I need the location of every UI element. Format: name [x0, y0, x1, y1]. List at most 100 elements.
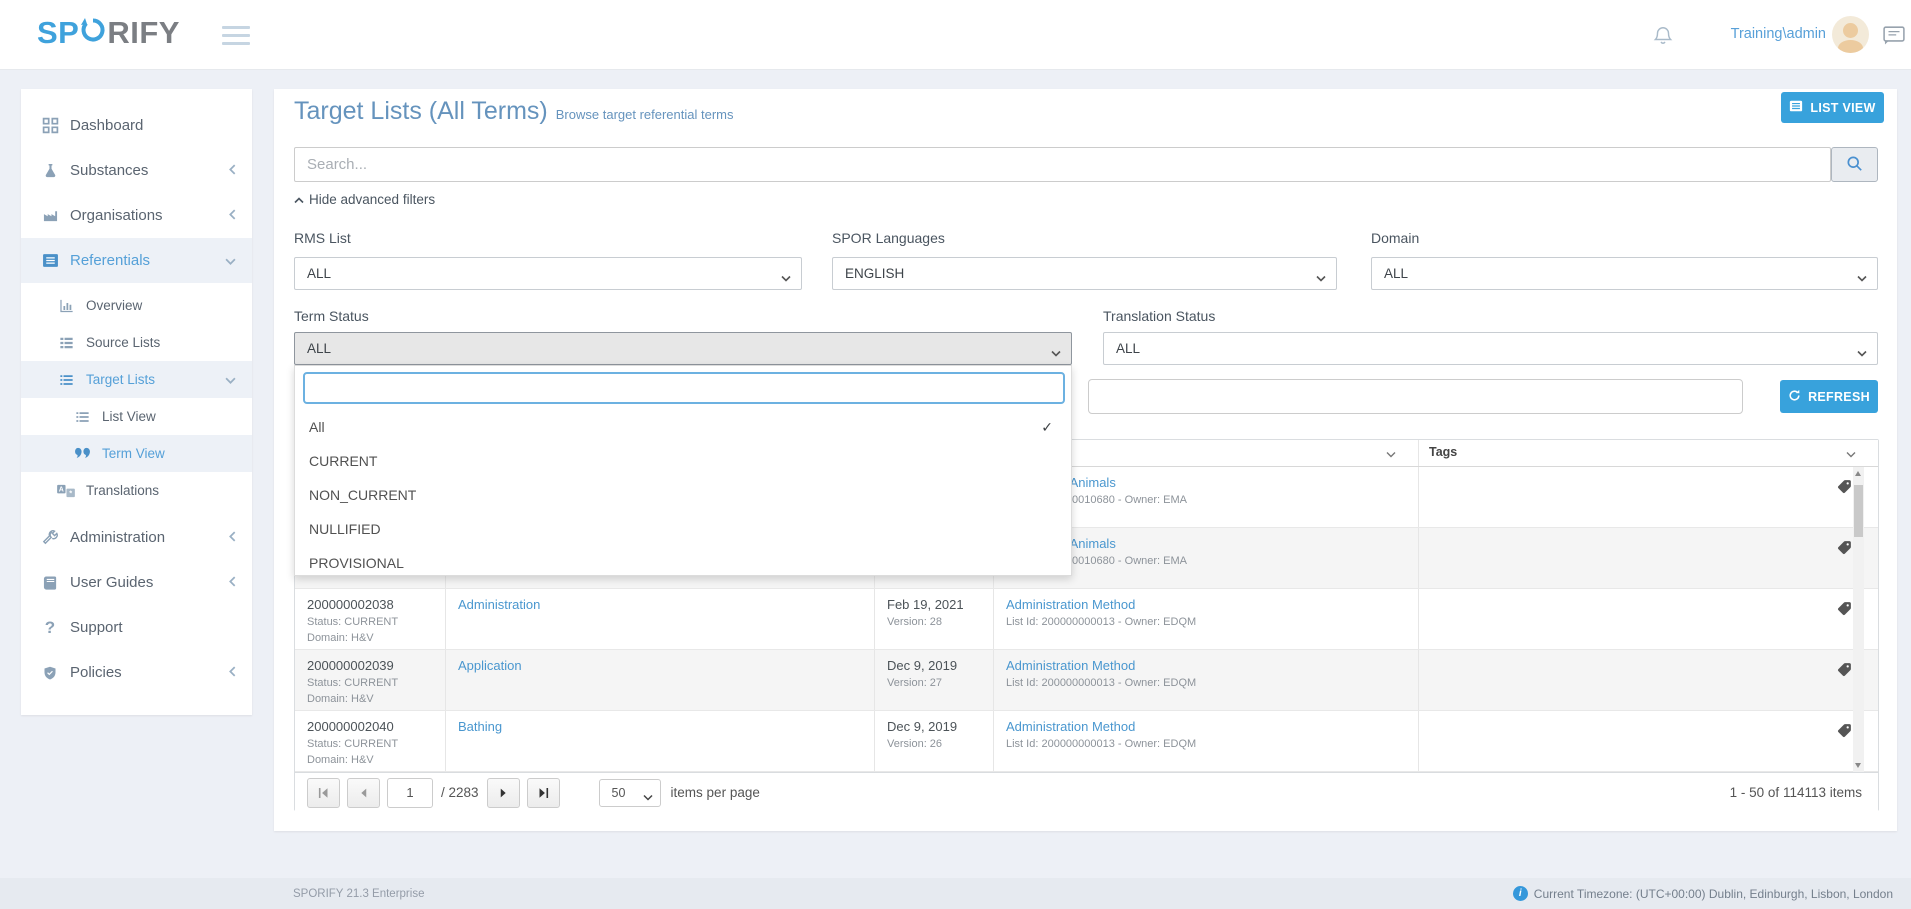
sidebar-item-translations[interactable]: A* Translations: [21, 472, 252, 509]
scroll-up-icon[interactable]: [1855, 471, 1861, 476]
version-label: SPORIFY 21.3 Enterprise: [293, 888, 424, 900]
tag-icon[interactable]: [1837, 662, 1852, 682]
sidebar-item-label: Term View: [102, 446, 165, 461]
dropdown-option-list: All ✓ CURRENT NON_CURRENT NULLIFIED PROV…: [295, 410, 1073, 580]
sidebar-item-source-lists[interactable]: Source Lists: [21, 324, 252, 361]
spor-languages-select[interactable]: ENGLISH: [832, 257, 1337, 290]
column-menu-chevron-icon[interactable]: [1386, 447, 1396, 461]
sidebar-item-label: Target Lists: [86, 372, 155, 387]
next-page-button[interactable]: [487, 778, 520, 808]
sidebar-item-label: Administration: [70, 529, 165, 546]
scroll-down-icon[interactable]: [1855, 763, 1861, 768]
sidebar: Dashboard Substances Organisations Refer…: [21, 89, 252, 715]
sidebar-item-label: Referentials: [70, 252, 150, 269]
notifications-bell-icon[interactable]: [1652, 24, 1674, 53]
sidebar-item-label: Substances: [70, 162, 148, 179]
logo-text-right: RIFY: [107, 15, 180, 51]
sidebar-item-organisations[interactable]: Organisations: [21, 193, 252, 238]
dropdown-option-all[interactable]: All ✓: [295, 410, 1073, 444]
chevron-down-icon: [1316, 270, 1326, 285]
scrollbar-thumb[interactable]: [1854, 485, 1863, 537]
sidebar-item-administration[interactable]: Administration: [21, 515, 252, 560]
term-date: Dec 9, 2019: [887, 719, 981, 734]
sidebar-item-label: User Guides: [70, 574, 153, 591]
first-page-button[interactable]: [307, 778, 340, 808]
table-scrollbar[interactable]: [1853, 467, 1864, 772]
rms-list-select[interactable]: ALL: [294, 257, 802, 290]
feedback-chat-icon[interactable]: [1883, 26, 1905, 51]
term-link[interactable]: Bathing: [458, 719, 862, 734]
term-link[interactable]: Administration: [458, 597, 862, 612]
term-status-select[interactable]: ALL: [294, 332, 1072, 365]
list-box-icon: [41, 252, 59, 269]
dropdown-option-non-current[interactable]: NON_CURRENT: [295, 478, 1073, 512]
term-date: Feb 19, 2021: [887, 597, 981, 612]
translation-status-select[interactable]: ALL: [1103, 332, 1878, 365]
refresh-button[interactable]: REFRESH: [1780, 380, 1878, 413]
dropdown-filter-input[interactable]: [303, 372, 1065, 404]
sidebar-item-term-view[interactable]: Term View: [21, 435, 252, 472]
spor-languages-label: SPOR Languages: [832, 230, 945, 246]
domain-select[interactable]: ALL: [1371, 257, 1878, 290]
dropdown-option-provisional[interactable]: PROVISIONAL: [295, 546, 1073, 580]
tag-icon[interactable]: [1837, 540, 1852, 560]
tags-filter-input[interactable]: [1088, 379, 1743, 414]
chevron-down-icon: [1857, 345, 1867, 360]
list-link[interactable]: Administration Method: [1006, 658, 1406, 673]
header-tags: Tags: [1419, 440, 1878, 466]
sidebar-item-referentials[interactable]: Referentials: [21, 238, 252, 283]
menu-toggle-icon[interactable]: [222, 26, 250, 50]
bar-chart-icon: [57, 299, 75, 313]
term-date: Dec 9, 2019: [887, 658, 981, 673]
dropdown-option-nullified[interactable]: NULLIFIED: [295, 512, 1073, 546]
list-view-button[interactable]: LIST VIEW: [1781, 92, 1884, 123]
term-status: Status: CURRENT: [307, 676, 433, 692]
sidebar-item-label: Policies: [70, 664, 122, 681]
search-button[interactable]: [1831, 147, 1878, 182]
pager-range-label: 1 - 50 of 114113 items: [1730, 785, 1862, 800]
table-row[interactable]: 200000002038Status: CURRENTDomain: H&V A…: [295, 589, 1878, 650]
sporify-logo[interactable]: SP RIFY: [37, 15, 180, 51]
search-icon: [1846, 155, 1863, 175]
search-input[interactable]: [294, 147, 1831, 182]
term-link[interactable]: Application: [458, 658, 862, 673]
list-link[interactable]: Administration Method: [1006, 597, 1406, 612]
sidebar-item-overview[interactable]: Overview: [21, 287, 252, 324]
caret-up-icon: [294, 192, 304, 207]
page-subtitle-link[interactable]: Browse target referential terms: [556, 107, 734, 122]
list-link[interactable]: Administration Method: [1006, 719, 1406, 734]
sidebar-item-substances[interactable]: Substances: [21, 148, 252, 193]
factory-icon: [41, 208, 59, 223]
page-size-select[interactable]: 50: [599, 779, 661, 807]
column-menu-chevron-icon[interactable]: [1846, 447, 1856, 461]
term-status: Status: CURRENT: [307, 737, 433, 753]
sidebar-item-label: Overview: [86, 298, 142, 313]
sidebar-item-policies[interactable]: Policies: [21, 650, 252, 695]
dropdown-option-current[interactable]: CURRENT: [295, 444, 1073, 478]
svg-text:A: A: [59, 486, 64, 493]
current-user-label[interactable]: Training\admin: [1731, 26, 1826, 42]
question-mark-icon: ?: [41, 618, 59, 638]
page-number-input[interactable]: [387, 778, 433, 808]
sidebar-item-user-guides[interactable]: User Guides: [21, 560, 252, 605]
table-row[interactable]: 200000002039Status: CURRENTDomain: H&V A…: [295, 650, 1878, 711]
sidebar-item-dashboard[interactable]: Dashboard: [21, 103, 252, 148]
tag-icon[interactable]: [1837, 723, 1852, 743]
tag-icon[interactable]: [1837, 479, 1852, 499]
previous-page-button[interactable]: [347, 778, 380, 808]
sidebar-item-target-lists[interactable]: Target Lists: [21, 361, 252, 398]
sidebar-item-support[interactable]: ? Support: [21, 605, 252, 650]
list-icon: [57, 336, 75, 350]
term-version: Version: 28: [887, 615, 981, 631]
term-status-label: Term Status: [294, 308, 369, 324]
term-domain: Domain: H&V: [307, 631, 433, 647]
sidebar-item-list-view[interactable]: List View: [21, 398, 252, 435]
hide-advanced-filters-link[interactable]: Hide advanced filters: [294, 192, 435, 207]
table-row[interactable]: 200000002040Status: CURRENTDomain: H&V B…: [295, 711, 1878, 772]
chevron-down-icon: [643, 790, 653, 804]
tag-icon[interactable]: [1837, 601, 1852, 621]
user-avatar[interactable]: [1832, 16, 1869, 53]
last-page-button[interactable]: [527, 778, 560, 808]
shield-icon: [41, 665, 59, 681]
logo-text-left: SP: [37, 15, 79, 51]
